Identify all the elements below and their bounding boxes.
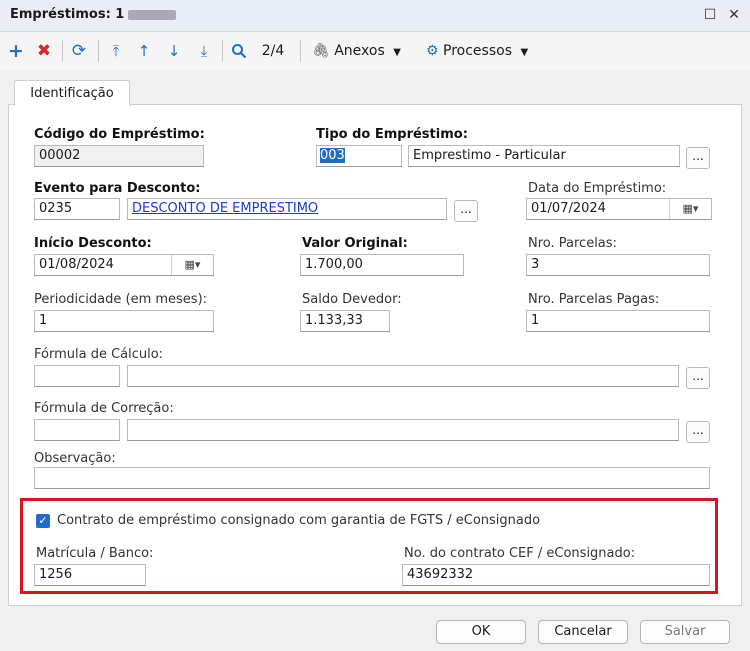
tipo-code-text: 003 [320,148,345,163]
matricula-label: Matrícula / Banco: [36,546,154,561]
inicio-field[interactable]: 01/08/2024 ▦▾ [34,254,214,276]
tipo-code-field[interactable]: 003 [316,145,402,167]
formula-correcao-label: Fórmula de Correção: [34,401,174,416]
tipo-lookup-button[interactable]: ... [686,147,710,169]
redacted-title-text [128,10,176,20]
record-position: 2/4 [261,43,285,59]
window-title: Empréstimos: 1 - [10,7,135,22]
nro-parcelas-field[interactable]: 3 [526,254,710,276]
contrato-label: No. do contrato CEF / eConsignado: [404,546,636,561]
processes-menu[interactable]: ⚙ Processos ▼ [426,40,550,62]
toolbar-separator [300,40,301,62]
search-icon[interactable] [228,40,250,62]
ok-button[interactable]: OK [436,620,526,644]
toolbar-separator [62,40,63,62]
paperclip-icon: 🖇 [312,43,330,59]
chevron-down-icon: ▼ [520,47,529,58]
data-emprestimo-field[interactable]: 01/07/2024 ▦▾ [526,198,712,220]
tipo-desc-field: Emprestimo - Particular [408,145,680,167]
refresh-icon[interactable]: ⟳ [68,40,90,62]
codigo-field: 00002 [34,145,204,167]
valor-label: Valor Original: [302,236,408,251]
evento-desc-field[interactable]: DESCONTO DE EMPRESTIMO [127,198,447,220]
inicio-label: Início Desconto: [34,236,152,251]
formula-calculo-label: Fórmula de Cálculo: [34,347,164,362]
nro-parcelas-label: Nro. Parcelas: [528,236,617,251]
first-record-icon[interactable]: ⤒ [106,40,126,62]
fgts-checkbox-label[interactable]: Contrato de empréstimo consignado com ga… [57,513,540,528]
calendar-icon[interactable]: ▦▾ [669,199,711,219]
calendar-icon[interactable]: ▦▾ [171,255,213,275]
data-emprestimo-value: 01/07/2024 [531,201,606,216]
formula-correcao-desc-field[interactable] [127,419,679,441]
periodicidade-label: Periodicidade (em meses): [34,292,208,307]
close-icon[interactable]: ✕ [724,5,744,25]
formula-correcao-code-field[interactable] [34,419,120,441]
gear-icon: ⚙ [426,43,439,59]
inicio-value: 01/08/2024 [39,257,114,272]
formula-correcao-lookup-button[interactable]: ... [686,421,710,443]
delete-icon[interactable]: ✖ [34,40,54,62]
cancel-button[interactable]: Cancelar [538,620,628,644]
periodicidade-field[interactable]: 1 [34,310,214,332]
next-record-icon[interactable]: ↓ [164,40,184,62]
processes-label: Processos [443,43,512,59]
toolbar: + ✖ ⟳ ⤒ ↑ ↓ ⤓ 2/4 🖇 Anexos ▼ ⚙ Processos… [0,32,750,70]
matricula-field[interactable]: 1256 [34,564,146,586]
codigo-label: Código do Empréstimo: [34,127,205,142]
parcelas-pagas-field[interactable]: 1 [526,310,710,332]
tipo-label: Tipo do Empréstimo: [316,127,468,142]
toolbar-separator [222,40,223,62]
attachments-label: Anexos [334,43,385,59]
add-icon[interactable]: + [6,40,26,62]
save-button[interactable]: Salvar [640,620,730,644]
checkmark-icon: ✓ [38,514,48,527]
evento-code-field[interactable]: 0235 [34,198,120,220]
fgts-checkbox[interactable]: ✓ [36,514,50,528]
contrato-field[interactable]: 43692332 [402,564,710,586]
tab-label: Identificação [30,86,114,101]
formula-calculo-desc-field[interactable] [127,365,679,387]
formula-calculo-code-field[interactable] [34,365,120,387]
tab-identificacao[interactable]: Identificação [14,80,130,106]
observacao-field[interactable] [34,467,710,489]
evento-lookup-button[interactable]: ... [454,200,478,222]
data-emprestimo-label: Data do Empréstimo: [528,181,667,196]
evento-desc-link[interactable]: DESCONTO DE EMPRESTIMO [132,201,318,216]
saldo-label: Saldo Devedor: [302,292,402,307]
chevron-down-icon: ▼ [393,47,401,58]
toolbar-separator [98,40,99,62]
title-bar: Empréstimos: 1 - ☐ ✕ [0,0,750,32]
observacao-label: Observação: [34,451,116,466]
previous-record-icon[interactable]: ↑ [134,40,154,62]
parcelas-pagas-label: Nro. Parcelas Pagas: [528,292,660,307]
minimize-icon[interactable]: ☐ [700,5,720,25]
saldo-field: 1.133,33 [300,310,390,332]
valor-field[interactable]: 1.700,00 [300,254,464,276]
last-record-icon[interactable]: ⤓ [194,40,214,62]
evento-label: Evento para Desconto: [34,181,201,196]
formula-calculo-lookup-button[interactable]: ... [686,367,710,389]
attachments-menu[interactable]: 🖇 Anexos ▼ [312,40,416,62]
